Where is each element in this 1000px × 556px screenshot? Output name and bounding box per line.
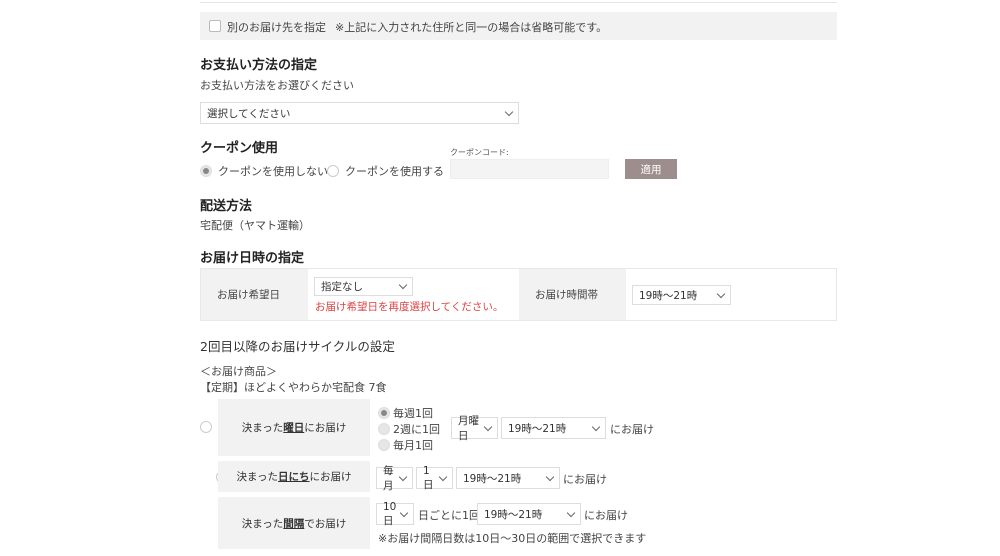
row3-label-em: 間隔: [283, 517, 305, 530]
alt-address-checkbox[interactable]: [209, 20, 221, 32]
delivery-table: お届け希望日 指定なし お届け希望日を再度選択してください。 お届け時間帯 19…: [200, 268, 837, 321]
row2-time-value: 19時〜21時: [463, 472, 522, 485]
delivery-time-select[interactable]: 19時〜21時: [632, 285, 731, 305]
row3-label-pre: 決まった: [241, 517, 284, 530]
row1-time-select[interactable]: 19時〜21時: [501, 417, 606, 439]
delivery-date-error: お届け希望日を再度選択してください。: [315, 301, 504, 313]
cycle-row1-radio[interactable]: [200, 421, 212, 433]
row1-day-select[interactable]: 月曜日: [451, 415, 498, 442]
row3-suffix: にお届け: [584, 509, 628, 522]
freq-weekly-option[interactable]: 毎週1回: [378, 405, 433, 421]
top-divider: [200, 0, 837, 3]
chevron-down-icon: [566, 508, 576, 517]
row3-time-select[interactable]: 19時〜21時: [477, 503, 581, 525]
row2-month-select[interactable]: 毎月: [376, 465, 413, 492]
coupon-option-yes[interactable]: クーポンを使用する: [327, 163, 444, 179]
coupon-code-label: クーポンコード:: [450, 148, 509, 157]
row1-day-value: 月曜日: [458, 415, 479, 442]
coupon-title: クーポン使用: [200, 141, 279, 156]
freq-biweekly-radio[interactable]: [378, 423, 390, 435]
coupon-option-no[interactable]: クーポンを使用しない: [200, 163, 328, 179]
row2-suffix: にお届け: [563, 473, 607, 486]
row3-note: ※お届け間隔日数は10日〜30日の範囲で選択できます: [378, 532, 647, 545]
row2-time-select[interactable]: 19時〜21時: [456, 467, 560, 489]
coupon-yes-label: クーポンを使用する: [345, 165, 444, 178]
row1-label-pre: 決まった: [241, 422, 284, 434]
shipping-title: 配送方法: [200, 199, 253, 214]
row3-time-value: 19時〜21時: [484, 508, 543, 521]
freq-weekly-radio[interactable]: [378, 407, 390, 419]
row3-interval-value: 10日: [383, 500, 397, 527]
freq-monthly-option[interactable]: 毎月1回: [378, 437, 433, 453]
payment-subtitle: お支払い方法をお選びください: [200, 79, 354, 92]
alt-address-note: ※上記に入力された住所と同一の場合は省略可能です。: [335, 21, 608, 34]
row3-interval-text: 日ごとに1回: [418, 509, 480, 522]
freq-biweekly-label: 2週に1回: [393, 423, 440, 436]
chevron-down-icon: [398, 472, 408, 481]
freq-monthly-radio[interactable]: [378, 439, 390, 451]
row2-day-select[interactable]: 1日: [416, 464, 453, 491]
row2-label-pre: 決まった: [236, 471, 279, 483]
cycle-row1-label: 決まった 曜日 にお届け: [218, 399, 370, 456]
freq-biweekly-option[interactable]: 2週に1回: [378, 421, 440, 437]
alt-address-label: 別のお届け先を指定: [227, 21, 326, 34]
row2-month-value: 毎月: [383, 465, 394, 492]
chevron-down-icon: [398, 280, 408, 290]
chevron-down-icon: [483, 422, 493, 431]
coupon-yes-radio[interactable]: [327, 165, 339, 177]
coupon-no-radio[interactable]: [200, 165, 212, 177]
chevron-down-icon: [591, 422, 601, 431]
row1-suffix: にお届け: [610, 423, 654, 436]
row2-label-em: 日にち: [278, 471, 310, 483]
payment-title: お支払い方法の指定: [200, 58, 318, 73]
payment-select[interactable]: 選択してください: [200, 102, 519, 124]
cycle-row2-label: 決まった 日にち にお届け: [218, 461, 370, 492]
chevron-down-icon: [545, 472, 555, 481]
delivery-time-label: お届け時間帯: [519, 269, 626, 320]
row1-label-em: 曜日: [283, 422, 305, 434]
row1-label-post: にお届け: [304, 422, 347, 434]
alt-address-row: 別のお届け先を指定 ※上記に入力された住所と同一の場合は省略可能です。: [200, 12, 837, 40]
delivery-date-value: 指定なし: [321, 281, 363, 293]
delivery-title: お届け日時の指定: [200, 251, 305, 266]
row3-interval-select[interactable]: 10日: [376, 500, 414, 527]
coupon-apply-button[interactable]: 適用: [625, 159, 677, 179]
cycle-products-label: ＜お届け商品＞: [200, 365, 277, 378]
delivery-date-select[interactable]: 指定なし: [314, 277, 413, 296]
cycle-product-name: 【定期】ほどよくやわらか宅配食 7食: [200, 381, 387, 394]
coupon-no-label: クーポンを使用しない: [218, 165, 328, 178]
delivery-time-value: 19時〜21時: [639, 289, 698, 302]
payment-select-value: 選択してください: [207, 107, 291, 120]
delivery-date-label: お届け希望日: [201, 269, 308, 320]
row2-day-value: 1日: [423, 464, 434, 491]
row1-time-value: 19時〜21時: [508, 422, 567, 435]
freq-weekly-label: 毎週1回: [393, 407, 433, 420]
chevron-down-icon: [504, 107, 514, 116]
chevron-down-icon: [399, 508, 409, 517]
row3-label-post: でお届け: [304, 517, 347, 530]
coupon-code-input[interactable]: [450, 159, 609, 179]
freq-monthly-label: 毎月1回: [393, 439, 433, 452]
chevron-down-icon: [438, 472, 448, 481]
cycle-title: 2回目以降のお届けサイクルの設定: [200, 339, 395, 354]
chevron-down-icon: [716, 289, 726, 298]
cycle-row3-label: 決まった 間隔 でお届け: [218, 497, 370, 549]
row2-label-post: にお届け: [309, 471, 352, 483]
shipping-method: 宅配便（ヤマト運輸）: [200, 219, 310, 232]
